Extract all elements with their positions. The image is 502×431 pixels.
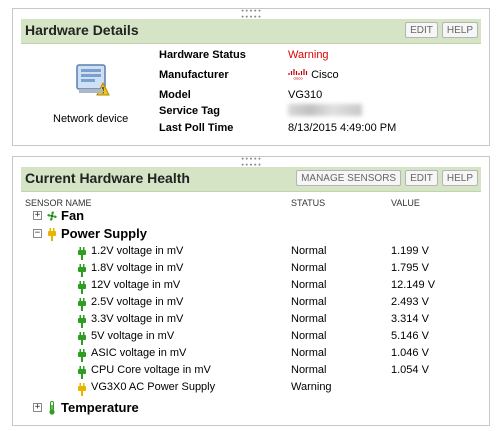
plug-icon: [78, 366, 86, 379]
help-button[interactable]: HELP: [441, 22, 478, 38]
edit-button[interactable]: EDIT: [405, 170, 438, 186]
thermometer-icon: [49, 401, 55, 415]
sensor-row[interactable]: 3.3V voltage in mV Normal 3.314 V: [21, 313, 481, 330]
sensor-value: 12.149 V: [391, 279, 436, 291]
hardware-health-panel: ∙∙∙∙∙ ∙∙∙∙∙ Current Hardware Health MANAG…: [12, 156, 490, 426]
sensor-value: 5.146 V: [391, 330, 429, 342]
column-header-value[interactable]: VALUE: [391, 198, 420, 208]
sensor-value: 2.493 V: [391, 296, 429, 308]
sensor-name: 5V voltage in mV: [91, 330, 175, 342]
redacted-service-tag: [288, 104, 362, 117]
sensor-status: Normal: [291, 330, 327, 342]
sensor-value: 1.046 V: [391, 347, 429, 359]
sensor-name: 2.5V voltage in mV: [91, 296, 184, 308]
network-device-icon: [76, 64, 110, 96]
column-header-status[interactable]: STATUS: [291, 198, 325, 208]
sensor-name: VG3X0 AC Power Supply: [91, 381, 216, 393]
group-label: Fan: [61, 208, 85, 223]
last-poll-label: Last Poll Time: [159, 122, 234, 134]
sensor-name: 1.2V voltage in mV: [91, 245, 184, 257]
hardware-status-value: Warning: [288, 49, 329, 61]
sensor-value: 1.795 V: [391, 262, 429, 274]
service-tag-value: [288, 104, 362, 117]
sensor-row[interactable]: ASIC voltage in mV Normal 1.046 V: [21, 347, 481, 364]
panel-title: Hardware Details: [25, 22, 139, 38]
service-tag-label: Service Tag: [159, 105, 220, 117]
sensor-row[interactable]: 2.5V voltage in mV Normal 2.493 V: [21, 296, 481, 313]
sensor-status: Normal: [291, 347, 327, 359]
svg-text:cisco: cisco: [293, 76, 303, 81]
plug-icon: [78, 332, 86, 345]
plug-icon: [78, 298, 86, 311]
sensor-name: CPU Core voltage in mV: [91, 364, 211, 376]
cisco-logo-icon: cisco: [288, 69, 308, 81]
group-label: Power Supply: [61, 226, 147, 241]
manage-sensors-button[interactable]: MANAGE SENSORS: [296, 170, 402, 186]
expand-icon[interactable]: +: [33, 211, 42, 220]
sensor-status: Normal: [291, 313, 327, 325]
manufacturer-name: Cisco: [311, 69, 339, 81]
sensor-name: 12V voltage in mV: [91, 279, 181, 291]
sensor-status: Normal: [291, 364, 327, 376]
sensor-group-power-supply[interactable]: − Power Supply: [21, 226, 481, 243]
collapse-icon[interactable]: −: [33, 229, 42, 238]
device-type-label: Network device: [53, 113, 129, 125]
hardware-details-header: Hardware Details EDIT HELP: [21, 19, 481, 44]
power-icon: [48, 228, 56, 241]
sensor-status: Normal: [291, 279, 327, 291]
sensor-group-fan[interactable]: + Fan: [21, 208, 481, 225]
sensor-status: Normal: [291, 245, 327, 257]
plug-icon: [78, 315, 86, 328]
sensor-status: Normal: [291, 296, 327, 308]
group-label: Temperature: [61, 400, 139, 415]
column-header-name[interactable]: SENSOR NAME: [25, 198, 92, 208]
sensor-row[interactable]: VG3X0 AC Power Supply Warning: [21, 381, 481, 398]
sensor-status: Normal: [291, 262, 327, 274]
plug-icon: [78, 247, 86, 260]
expand-icon[interactable]: +: [33, 403, 42, 412]
model-label: Model: [159, 89, 191, 101]
manufacturer-value: cisco Cisco: [288, 69, 339, 81]
plug-icon: [78, 383, 86, 396]
fan-icon: [47, 211, 57, 221]
hardware-health-header: Current Hardware Health MANAGE SENSORS E…: [21, 167, 481, 192]
last-poll-value: 8/13/2015 4:49:00 PM: [288, 122, 397, 134]
plug-icon: [78, 281, 86, 294]
help-button[interactable]: HELP: [441, 170, 478, 186]
hardware-status-label: Hardware Status: [159, 49, 246, 61]
sensor-name: 3.3V voltage in mV: [91, 313, 184, 325]
sensor-group-temperature[interactable]: + Temperature: [21, 400, 481, 417]
plug-icon: [78, 264, 86, 277]
sensor-name: 1.8V voltage in mV: [91, 262, 184, 274]
sensor-value: 3.314 V: [391, 313, 429, 325]
sensor-row[interactable]: 5V voltage in mV Normal 5.146 V: [21, 330, 481, 347]
sensor-value: 1.199 V: [391, 245, 429, 257]
sensor-name: ASIC voltage in mV: [91, 347, 187, 359]
panel-title: Current Hardware Health: [25, 170, 190, 186]
model-value: VG310: [288, 89, 323, 101]
edit-button[interactable]: EDIT: [405, 22, 438, 38]
sensor-row[interactable]: 1.8V voltage in mV Normal 1.795 V: [21, 262, 481, 279]
manufacturer-label: Manufacturer: [159, 69, 229, 81]
sensor-status: Warning: [291, 381, 332, 393]
hardware-details-panel: ∙∙∙∙∙ ∙∙∙∙∙ Hardware Details EDIT HELP Ne…: [12, 8, 490, 146]
sensor-row[interactable]: CPU Core voltage in mV Normal 1.054 V: [21, 364, 481, 381]
plug-icon: [78, 349, 86, 362]
sensor-value: 1.054 V: [391, 364, 429, 376]
sensor-row[interactable]: 12V voltage in mV Normal 12.149 V: [21, 279, 481, 296]
sensor-row[interactable]: 1.2V voltage in mV Normal 1.199 V: [21, 245, 481, 262]
